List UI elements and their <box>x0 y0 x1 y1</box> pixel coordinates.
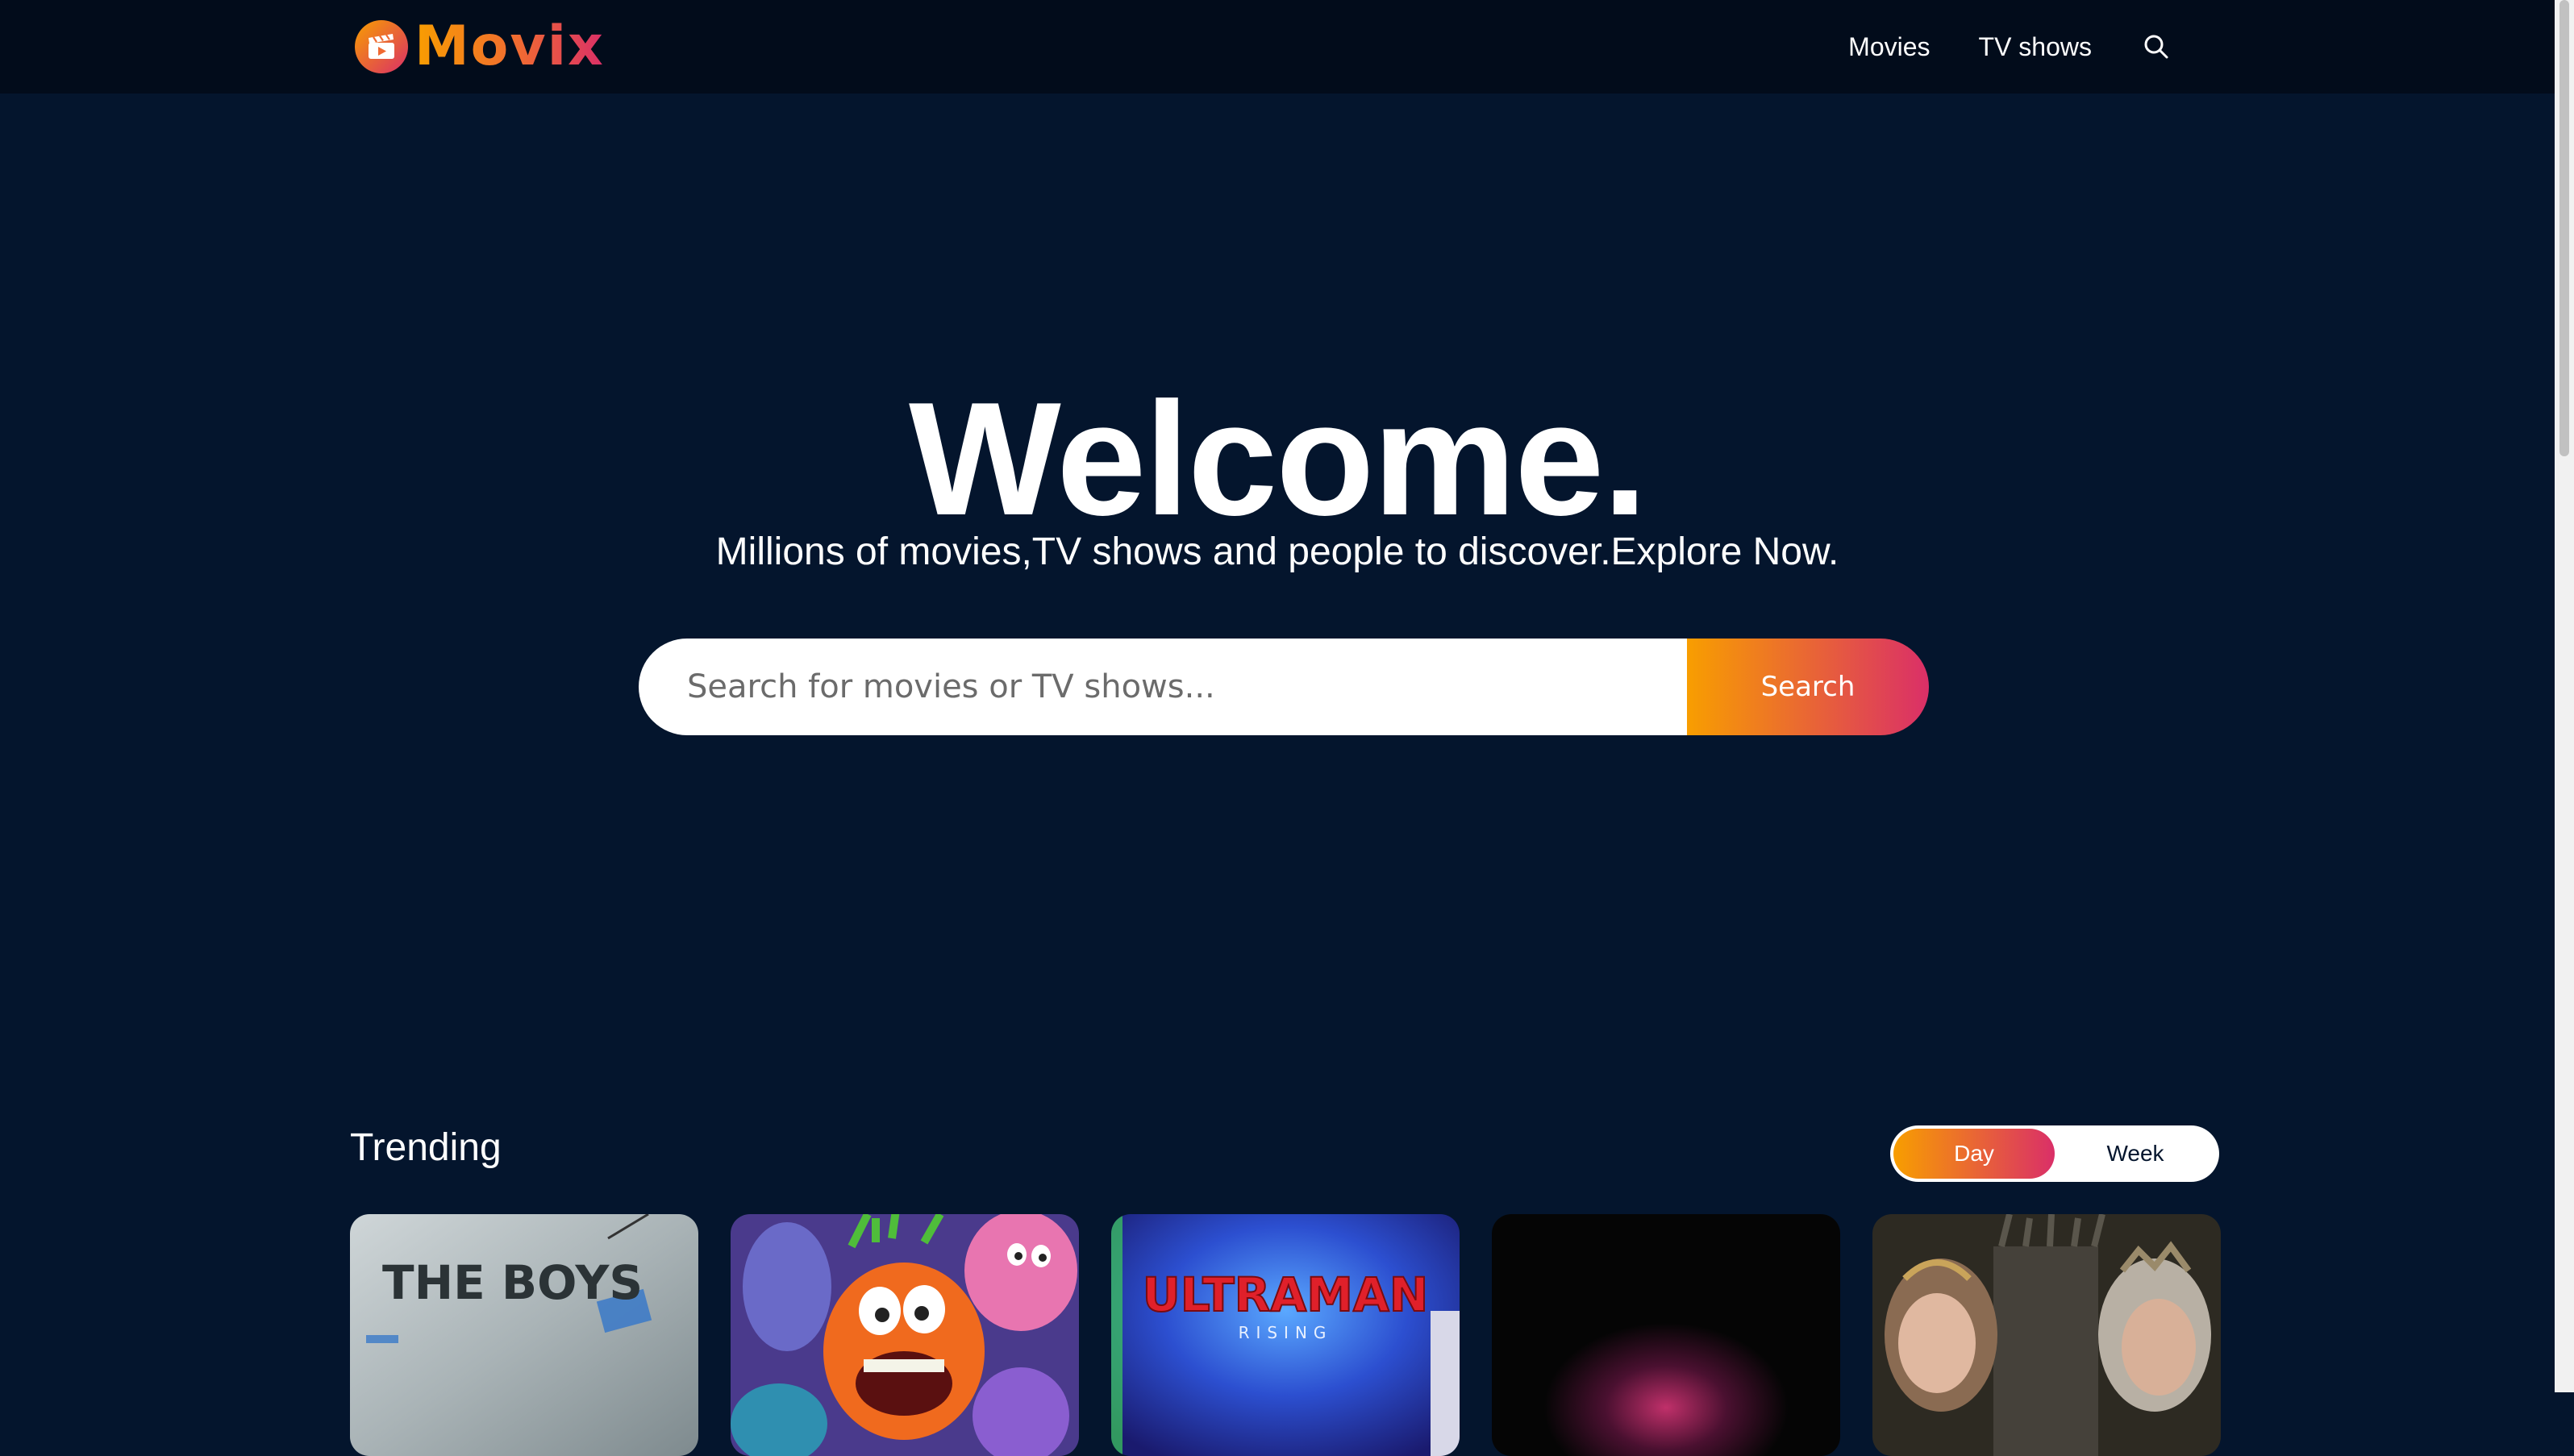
hero-title: Welcome. <box>909 369 1647 549</box>
trending-carousel: THE BOYS ULTRAMAN RISING <box>350 1214 2221 1456</box>
hero-search: Search <box>639 639 1929 735</box>
poster-inside-out-2[interactable] <box>731 1214 1079 1456</box>
clapperboard-icon <box>355 20 408 73</box>
poster-dark[interactable] <box>1492 1214 1840 1456</box>
search-input[interactable] <box>639 639 1687 735</box>
scrollbar-thumb[interactable] <box>2559 0 2569 456</box>
logo[interactable]: Movix <box>355 15 605 79</box>
logo-text: Movix <box>414 15 605 78</box>
poster-the-boys-text: THE BOYS <box>382 1255 643 1310</box>
poster-ultraman-subtext: RISING <box>1239 1323 1333 1342</box>
poster-the-boys[interactable]: THE BOYS <box>350 1214 698 1456</box>
trending-period-switch: Day Week <box>1890 1125 2219 1182</box>
search-icon[interactable] <box>2140 31 2172 63</box>
search-button[interactable]: Search <box>1687 639 1929 735</box>
nav-movies[interactable]: Movies <box>1848 32 1930 62</box>
poster-house-of-the-dragon[interactable] <box>1872 1214 2221 1456</box>
hero-subtitle: Millions of movies,TV shows and people t… <box>715 530 1839 573</box>
main-nav: Movies TV shows <box>1848 0 2172 94</box>
poster-ultraman-text: ULTRAMAN <box>1143 1267 1429 1322</box>
tab-day[interactable]: Day <box>1893 1129 2055 1179</box>
nav-tv-shows[interactable]: TV shows <box>1979 32 2092 62</box>
tab-week[interactable]: Week <box>2055 1129 2216 1179</box>
poster-ultraman-rising[interactable]: ULTRAMAN RISING <box>1111 1214 1460 1456</box>
trending-title: Trending <box>350 1126 502 1169</box>
page-scrollbar[interactable] <box>2555 0 2574 1392</box>
header: Movix Movies TV shows <box>0 0 2555 94</box>
